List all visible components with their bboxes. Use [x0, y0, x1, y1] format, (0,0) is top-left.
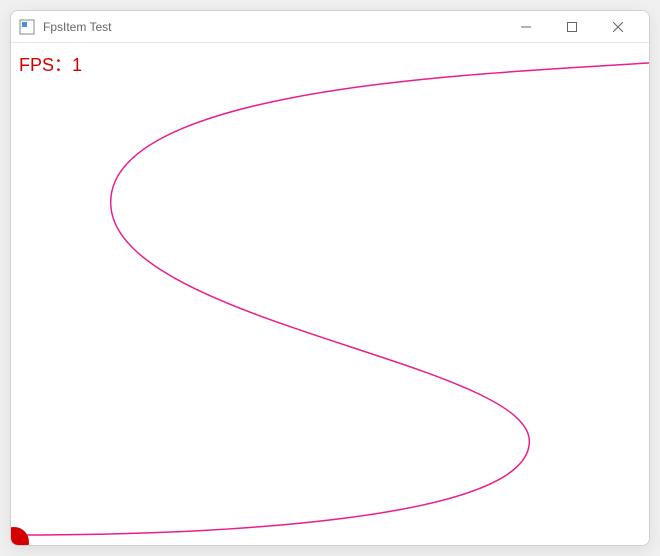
fps-separator: ：	[54, 55, 72, 75]
fps-value: 1	[72, 55, 82, 75]
client-area: FPS：1	[11, 43, 649, 545]
minimize-button[interactable]	[503, 11, 549, 43]
close-button[interactable]	[595, 11, 641, 43]
app-window: FpsItem Test FPS：1	[10, 10, 650, 546]
animation-curve	[11, 43, 649, 545]
fps-label-text: FPS	[19, 55, 54, 75]
maximize-button[interactable]	[549, 11, 595, 43]
window-title: FpsItem Test	[43, 20, 503, 34]
titlebar[interactable]: FpsItem Test	[11, 11, 649, 43]
window-controls	[503, 11, 641, 43]
app-icon	[19, 19, 35, 35]
fps-readout: FPS：1	[19, 51, 82, 77]
